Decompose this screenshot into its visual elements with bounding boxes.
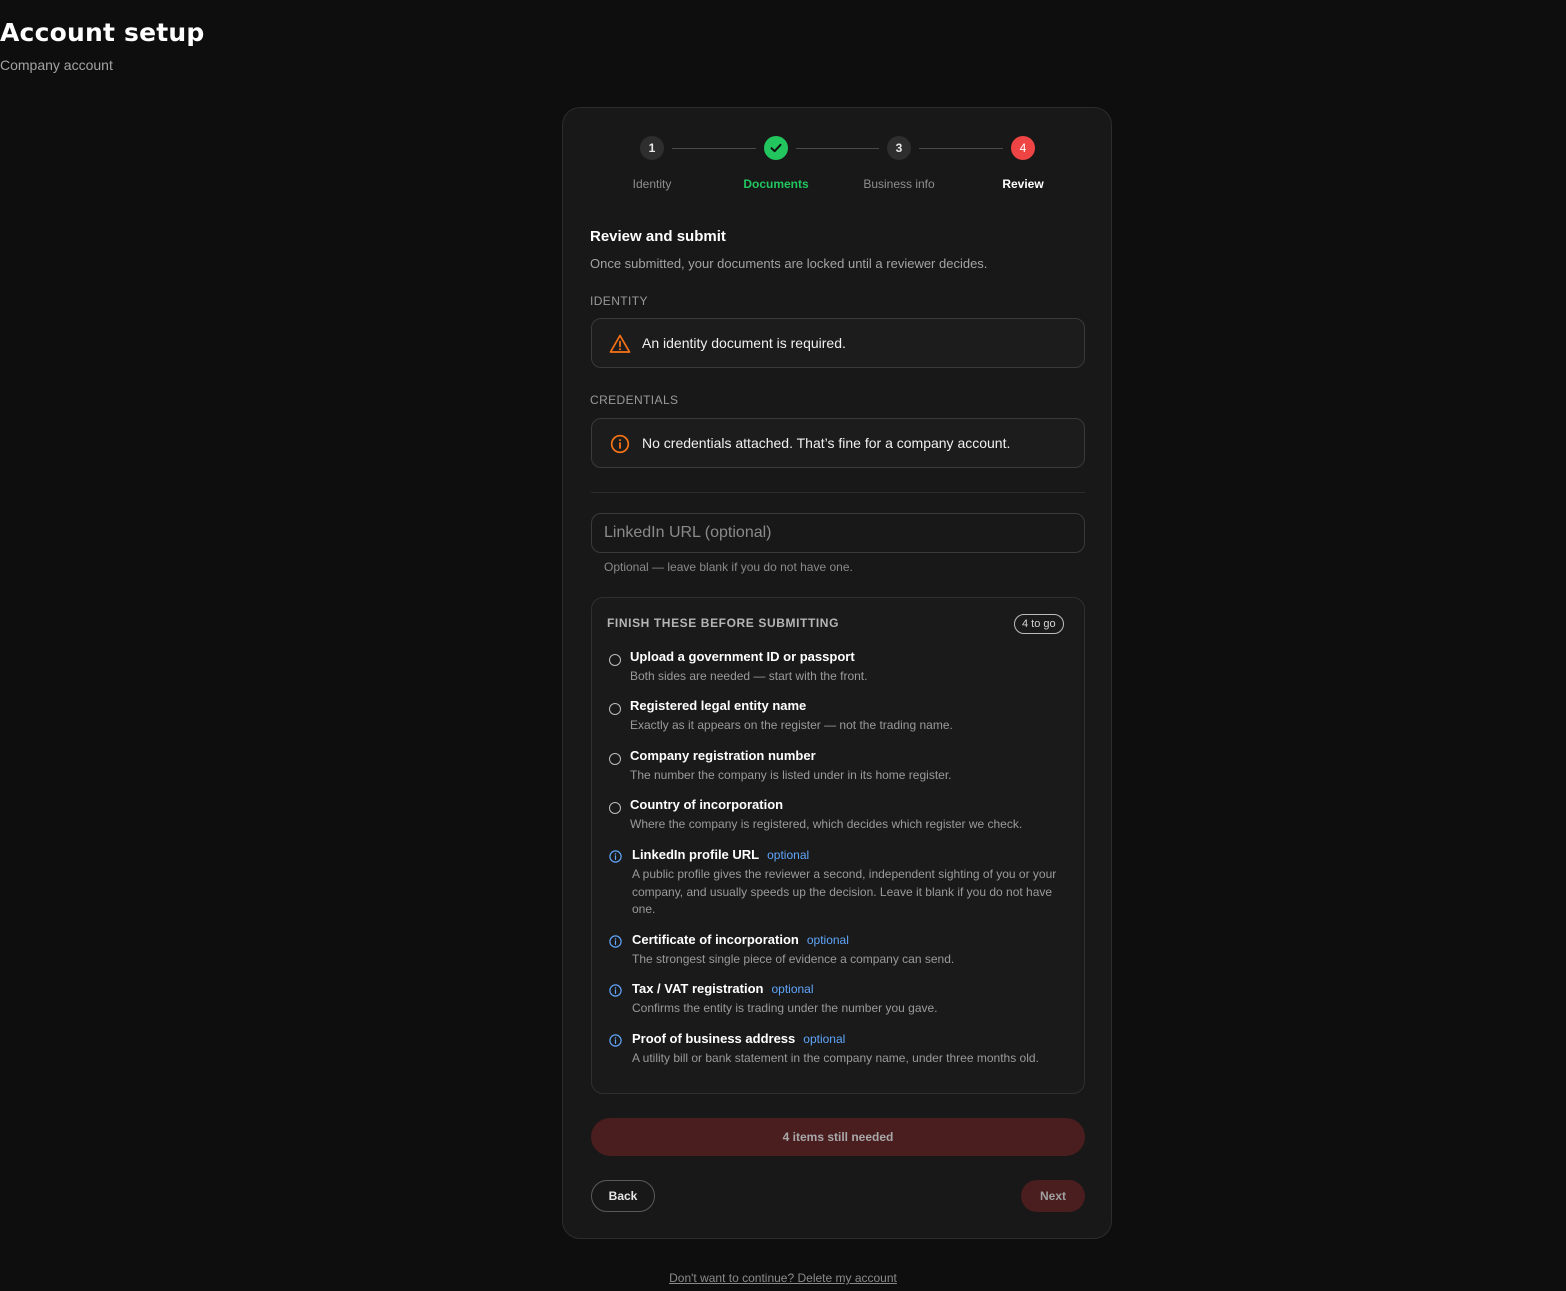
todo-circle-icon (609, 802, 621, 814)
back-button[interactable]: Back (591, 1180, 655, 1212)
info-circle-icon (609, 984, 622, 997)
identity-notice-text: An identity document is required. (642, 335, 846, 351)
credentials-section-label: CREDENTIALS (590, 393, 679, 407)
todo-circle-icon (609, 654, 621, 666)
step-connector (919, 148, 1003, 149)
review-title: Review and submit (590, 228, 726, 245)
step-4-circle[interactable]: 4 (1011, 136, 1035, 160)
checklist-item-title: LinkedIn profile URL optional (632, 847, 809, 862)
credentials-notice-text: No credentials attached. That’s fine for… (642, 435, 1011, 451)
checklist-item-title: Country of incorporation (630, 797, 784, 812)
page-subtitle: Company account (0, 57, 113, 73)
checklist-item-title: Proof of business address optional (632, 1031, 845, 1046)
checklist-item-title: Company registration number (630, 748, 816, 763)
checklist-item-title-text: LinkedIn profile URL (632, 847, 760, 862)
credentials-notice: No credentials attached. That’s fine for… (591, 418, 1085, 468)
checklist-item-title-text: Proof of business address (632, 1031, 796, 1046)
checklist-item-description: A utility bill or bank statement in the … (632, 1051, 1039, 1065)
step-label-identity[interactable]: Identity (592, 177, 712, 191)
page-title: Account setup (0, 18, 205, 47)
optional-tag: optional (767, 848, 810, 862)
review-description: Once submitted, your documents are locke… (590, 256, 988, 271)
info-circle-icon (609, 1034, 622, 1047)
next-button[interactable]: Next (1021, 1180, 1085, 1212)
checklist-item-description: A public profile gives the reviewer a se… (632, 867, 1057, 916)
step-connector (796, 148, 879, 149)
step-label-business-info[interactable]: Business info (839, 177, 959, 191)
checklist-item-description: Both sides are needed — start with the f… (630, 669, 868, 683)
step-connector (672, 148, 756, 149)
checklist-item-description: The number the company is listed under i… (630, 768, 952, 782)
todo-circle-icon (609, 703, 621, 715)
checklist-item-title-text: Certificate of incorporation (632, 932, 799, 947)
checklist-item-title: Certificate of incorporation optional (632, 932, 849, 947)
step-2-circle[interactable] (764, 136, 788, 160)
identity-section-label: IDENTITY (590, 294, 648, 308)
info-circle-icon (609, 935, 622, 948)
divider (591, 492, 1085, 493)
check-icon (770, 143, 782, 153)
footer: Don't want to continue? Delete my accoun… (0, 1271, 1566, 1285)
checklist-item-title: Upload a government ID or passport (630, 649, 855, 664)
submit-status-button[interactable]: 4 items still needed (591, 1118, 1085, 1156)
checklist-title: FINISH THESE BEFORE SUBMITTING (607, 616, 840, 630)
step-3-circle[interactable]: 3 (887, 136, 911, 160)
delete-account-link[interactable]: Don't want to continue? Delete my accoun… (669, 1271, 897, 1285)
checklist-item-description: The strongest single piece of evidence a… (632, 952, 955, 966)
optional-tag: optional (803, 1032, 846, 1046)
checklist-item-description: Exactly as it appears on the register — … (630, 718, 953, 732)
remaining-count-badge: 4 to go (1014, 614, 1064, 634)
todo-circle-icon (609, 753, 621, 765)
optional-tag: optional (806, 933, 849, 947)
checklist-item-description: Confirms the entity is trading under the… (632, 1001, 938, 1015)
optional-tag: optional (771, 982, 814, 996)
linkedin-url-help: Optional — leave blank if you do not hav… (604, 560, 853, 574)
step-label-review[interactable]: Review (963, 177, 1083, 191)
info-circle-icon (610, 434, 630, 454)
identity-notice: An identity document is required. (591, 318, 1085, 368)
warning-triangle-icon (609, 334, 631, 353)
checklist-item-title-text: Tax / VAT registration (632, 981, 764, 996)
step-label-documents[interactable]: Documents (716, 177, 836, 191)
checklist-item-description: Where the company is registered, which d… (630, 817, 1023, 831)
checklist-item-title: Registered legal entity name (630, 698, 807, 713)
checklist-item-title: Tax / VAT registration optional (632, 981, 814, 996)
step-1-circle[interactable]: 1 (640, 136, 664, 160)
info-circle-icon (609, 850, 622, 863)
linkedin-url-input[interactable] (591, 513, 1085, 553)
